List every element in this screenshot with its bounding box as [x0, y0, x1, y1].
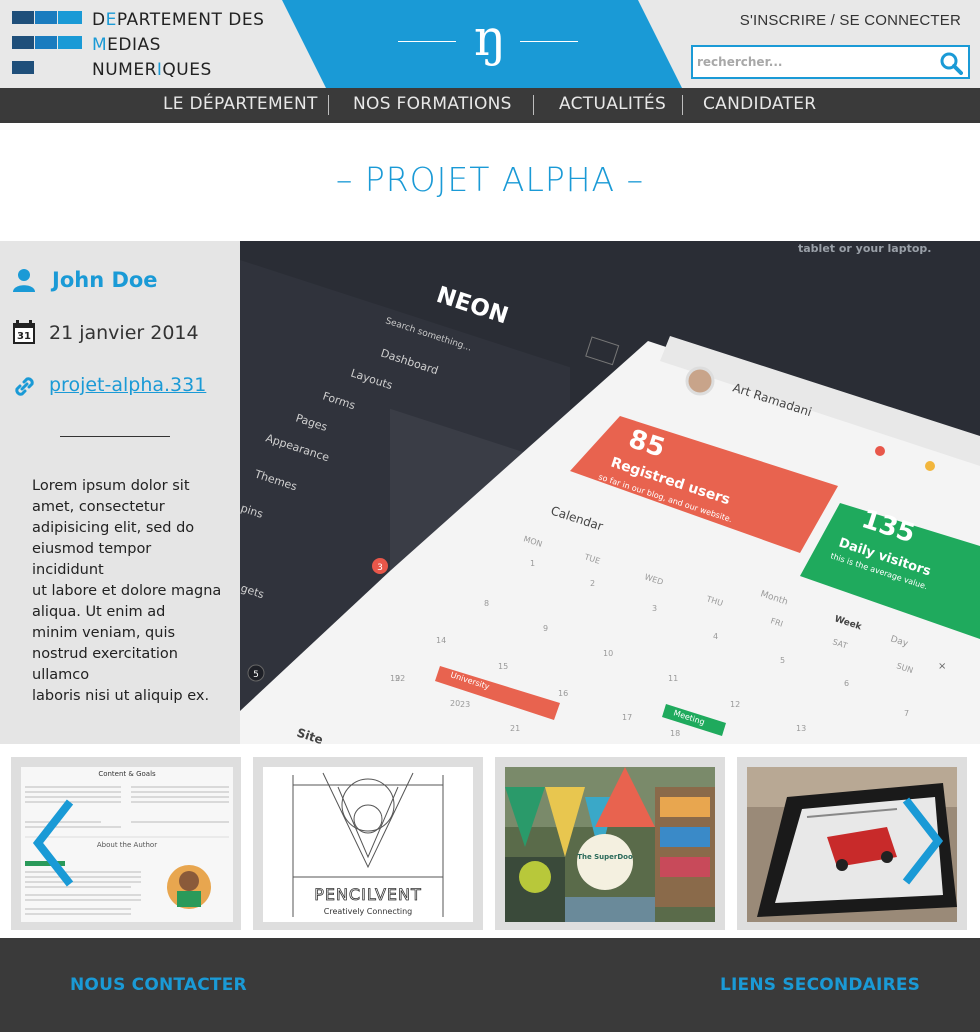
svg-text:×: × [938, 661, 946, 672]
thumb2-logo: PENCILVENT [314, 885, 422, 904]
nav-item-candidater[interactable]: CANDIDATER [703, 94, 816, 114]
description-line: minim veniam, quis [32, 625, 176, 641]
nav-item-formations[interactable]: NOS FORMATIONS [353, 94, 512, 114]
link-icon [15, 377, 34, 396]
calendar-icon: 31 [13, 320, 35, 344]
description-line: ullamco [32, 667, 90, 683]
hero-dashboard-mockup: tablet or your laptop. NEON Search somet… [240, 241, 980, 744]
description-line: Lorem ipsum dolor sit [32, 478, 190, 494]
cal-num: 2 [590, 579, 595, 588]
calendar-icon-day: 31 [17, 331, 31, 342]
carousel-prev-arrow-icon[interactable] [32, 798, 76, 888]
description-line: nostrud exercitation [32, 646, 178, 662]
carousel-next-arrow-icon[interactable] [900, 796, 944, 886]
footer-contact-link[interactable]: NOUS CONTACTER [70, 975, 247, 995]
logo-line-1-rest: PARTEMENT DES [116, 10, 265, 30]
nav-separator [328, 95, 329, 115]
thumbnail-image: PENCILVENT Creatively Connecting [263, 767, 473, 922]
sidebar-divider [60, 436, 170, 437]
search-input[interactable] [697, 52, 927, 72]
hero-menu-badge-2: 5 [253, 670, 259, 680]
author-name[interactable]: John Doe [52, 268, 158, 292]
cal-num: 18 [670, 729, 680, 738]
project-date: 21 janvier 2014 [49, 322, 199, 344]
page-title: – PROJET ALPHA – [335, 160, 645, 199]
cal-num: 23 [460, 700, 470, 709]
thumbnail-image: The SuperDoo [505, 767, 715, 922]
cal-num: 15 [498, 662, 508, 671]
logo-line-2: MEDIAS [92, 35, 161, 55]
cal-num: 12 [730, 700, 740, 709]
banner-line-right [520, 41, 578, 42]
description-line: adipisicing elit, sed do [32, 520, 195, 536]
description-line: laboris nisi ut aliquip ex. [32, 688, 210, 704]
nav-item-departement[interactable]: LE DÉPARTEMENT [163, 94, 318, 114]
hero-menu-badge: 3 [377, 563, 383, 573]
cal-num: 3 [652, 604, 657, 613]
cal-num: 4 [713, 632, 718, 641]
cal-num: 14 [436, 636, 446, 645]
description-line: ut labore et dolore magna [32, 583, 222, 599]
description-line: amet, consectetur [32, 499, 165, 515]
banner-line-left [398, 41, 456, 42]
thumbnail-item[interactable]: PENCILVENT Creatively Connecting [253, 757, 483, 930]
cal-num: 6 [844, 679, 849, 688]
hero-caption: tablet or your laptop. [798, 242, 931, 255]
cal-num: 13 [796, 724, 806, 733]
footer-secondary-links[interactable]: LIENS SECONDAIRES [720, 975, 920, 995]
nav-separator [682, 95, 683, 115]
site-header: DEPARTEMENT DES MEDIAS NUMERIQUES ŋ S'IN… [0, 0, 980, 88]
nav-item-actualites[interactable]: ACTUALITÉS [559, 94, 666, 114]
main-nav: LE DÉPARTEMENT NOS FORMATIONS ACTUALITÉS… [0, 88, 980, 123]
search-box[interactable] [691, 45, 970, 79]
cal-num: 16 [558, 689, 568, 698]
description-line: incididunt [32, 562, 104, 578]
search-icon[interactable] [939, 51, 963, 75]
description-line: eiusmod tempor [32, 541, 152, 557]
cal-num: 10 [603, 649, 613, 658]
site-logo-text[interactable]: DEPARTEMENT DES MEDIAS NUMERIQUES [92, 8, 264, 83]
nav-separator [533, 95, 534, 115]
thumbnail-item[interactable]: The SuperDoo [495, 757, 725, 930]
cal-num: 22 [395, 674, 405, 683]
thumb3-badge: The SuperDoo [577, 853, 633, 861]
logo-line-3: NUMERIQUES [92, 60, 212, 80]
banner-logo-glyph: ŋ [473, 9, 507, 67]
cal-num: 21 [510, 724, 520, 733]
cal-num: 9 [543, 624, 548, 633]
project-link[interactable]: projet-alpha.331 [49, 374, 206, 396]
cal-num: 17 [622, 713, 632, 722]
logo-line-1: DEPARTEMENT DES [92, 10, 265, 30]
user-icon [13, 269, 35, 292]
description-line: aliqua. Ut enim ad [32, 604, 166, 620]
cal-num: 7 [904, 709, 909, 718]
cal-num: 5 [780, 656, 785, 665]
cal-num: 8 [484, 599, 489, 608]
thumb1-heading: Content & Goals [98, 770, 156, 778]
project-description: Lorem ipsum dolor sit amet, consectetur … [32, 476, 222, 707]
thumb1-subheading: About the Author [97, 841, 157, 849]
thumb2-tagline: Creatively Connecting [324, 907, 413, 916]
cal-num: 11 [668, 674, 678, 683]
cal-num: 20 [450, 699, 460, 708]
project-hero-image[interactable]: tablet or your laptop. NEON Search somet… [240, 241, 980, 744]
signin-link[interactable]: S'INSCRIRE / SE CONNECTER [740, 12, 961, 29]
cal-num: 1 [530, 559, 535, 568]
